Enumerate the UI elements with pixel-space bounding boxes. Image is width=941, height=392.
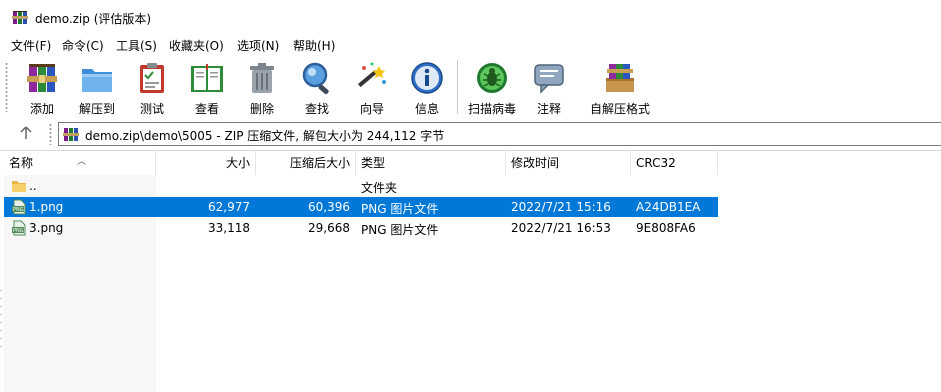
comment-icon [534,64,564,94]
virus-scan-button[interactable]: 扫描病毒 [463,58,521,116]
winrar-books-icon [12,11,28,24]
menu-bar: 文件(F) 命令(C) 工具(S) 收藏夹(O) 选项(N) 帮助(H) [0,34,941,54]
col-packed-label: 压缩后大小 [289,156,350,170]
add-archive-icon [27,64,57,92]
col-header-type[interactable]: 类型 [356,151,506,175]
find-label: 查找 [304,102,329,116]
menu-command[interactable]: 命令(C) [62,37,104,54]
comment-label: 注释 [536,102,561,116]
add-label: 添加 [29,102,54,116]
sort-ascending-icon: ︿ [77,157,87,167]
test-clipboard-icon [140,63,164,93]
virus-scan-icon [477,63,507,93]
extract-to-button[interactable]: 解压到 [69,58,125,116]
add-button[interactable]: 添加 [14,58,70,116]
archive-icon [63,128,79,141]
view-book-icon [191,64,223,92]
file-size: 62,977 [208,200,250,214]
file-type: PNG 图片文件 [361,223,439,237]
menu-tools[interactable]: 工具(S) [116,37,157,54]
col-header-modified[interactable]: 修改时间 [506,151,631,175]
folder-icon [12,181,26,192]
file-list: 名称 ︿ 大小 压缩后大小 类型 修改时间 CRC32 .. 文件夹 PNG 1… [4,151,941,392]
window-title: demo.zip (评估版本) [35,12,152,26]
svg-text:PNG: PNG [13,207,24,213]
delete-label: 删除 [249,102,274,116]
wizard-label: 向导 [359,102,384,116]
file-type: 文件夹 [361,181,398,195]
svg-text:PNG: PNG [13,228,24,234]
table-row-selected[interactable]: PNG 1.png 62,977 60,396 PNG 图片文件 2022/7/… [4,197,718,217]
file-size: 33,118 [208,221,250,235]
wizard-wand-icon [358,62,386,88]
col-name-label: 名称 [9,156,34,170]
col-size-label: 大小 [225,156,250,170]
file-packed-size: 60,396 [308,200,350,214]
col-type-label: 类型 [361,156,386,170]
sfx-archive-icon [606,64,634,92]
info-icon [411,62,443,94]
col-header-packed[interactable]: 压缩后大小 [256,151,356,175]
toolbar-separator [457,60,458,114]
col-modified-label: 修改时间 [511,156,560,170]
delete-button[interactable]: 删除 [234,58,290,116]
table-row-parent[interactable]: .. 文件夹 [4,176,718,196]
extract-to-folder-icon [82,69,112,92]
file-modified: 2022/7/21 15:16 [511,200,611,214]
test-button[interactable]: 测试 [124,58,180,116]
address-bar: demo.zip\demo\5005 - ZIP 压缩文件, 解包大小为 244… [0,118,941,151]
col-header-name[interactable]: 名称 ︿ [4,151,156,175]
col-crc-label: CRC32 [636,156,676,170]
menu-options[interactable]: 选项(N) [237,37,279,54]
file-crc: 9E808FA6 [636,221,696,235]
wizard-button[interactable]: 向导 [344,58,400,116]
extract-to-label: 解压到 [78,102,115,116]
menu-help[interactable]: 帮助(H) [293,37,335,54]
virus-scan-label: 扫描病毒 [467,102,516,116]
png-file-icon: PNG [12,220,26,236]
info-button[interactable]: 信息 [399,58,455,116]
window-edge-marks [0,290,2,350]
file-type: PNG 图片文件 [361,202,439,216]
file-modified: 2022/7/21 16:53 [511,221,611,235]
trash-icon [250,63,274,93]
col-header-crc[interactable]: CRC32 [631,151,718,175]
menu-file[interactable]: 文件(F) [11,37,51,54]
view-button[interactable]: 查看 [179,58,235,116]
file-crc: A24DB1EA [636,200,701,214]
toolbar-grip[interactable] [5,62,8,112]
table-row[interactable]: PNG 3.png 33,118 29,668 PNG 图片文件 2022/7/… [4,218,718,238]
address-field[interactable]: demo.zip\demo\5005 - ZIP 压缩文件, 解包大小为 244… [58,122,941,146]
address-grip [49,123,52,145]
file-packed-size: 29,668 [308,221,350,235]
menu-favorites[interactable]: 收藏夹(O) [169,37,224,54]
col-header-size[interactable]: 大小 [156,151,256,175]
png-file-icon: PNG [12,199,26,215]
view-label: 查看 [194,102,219,116]
file-name: 3.png [29,221,64,235]
address-path: demo.zip\demo\5005 - ZIP 压缩文件, 解包大小为 244… [85,129,445,143]
find-button[interactable]: 查找 [289,58,345,116]
test-label: 测试 [139,102,164,116]
comment-button[interactable]: 注释 [521,58,577,116]
file-name: 1.png [29,200,64,214]
up-arrow-icon[interactable] [18,125,34,141]
file-name: .. [29,179,37,193]
column-header-row: 名称 ︿ 大小 压缩后大小 类型 修改时间 CRC32 [4,151,941,175]
find-magnifier-icon [302,62,329,95]
toolbar: 添加 解压到 测试 查看 删除 查找 向导 信息 扫描病毒 注释 自解压格式 [0,54,941,119]
sfx-button[interactable]: 自解压格式 [590,58,650,116]
sfx-label: 自解压格式 [590,102,651,116]
title-bar: demo.zip (评估版本) [0,0,941,34]
info-label: 信息 [414,102,439,116]
